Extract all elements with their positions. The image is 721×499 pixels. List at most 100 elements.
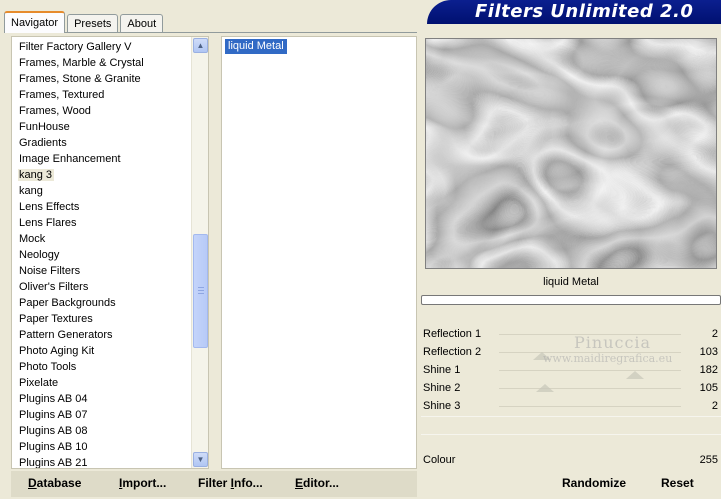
param-label: Shine 1 (423, 364, 461, 376)
category-label: Image Enhancement (19, 153, 121, 165)
category-item[interactable]: Frames, Textured (12, 87, 208, 103)
category-label: Plugins AB 21 (19, 457, 88, 469)
category-label: Frames, Stone & Granite (19, 73, 141, 85)
category-item[interactable]: Frames, Stone & Granite (12, 71, 208, 87)
category-item[interactable]: Photo Tools (12, 359, 208, 375)
reset-button[interactable]: Reset (661, 476, 694, 490)
category-scrollbar[interactable]: ▲ ▼ (191, 37, 208, 468)
category-label: Plugins AB 08 (19, 425, 88, 437)
tab-navigator[interactable]: Navigator (4, 11, 66, 33)
category-label: Paper Textures (19, 313, 93, 325)
param-label: Reflection 2 (423, 346, 482, 358)
editor-button[interactable]: Editor... (295, 476, 339, 490)
category-item[interactable]: Frames, Wood (12, 103, 208, 119)
param-label: Shine 2 (423, 382, 461, 394)
category-label: Photo Aging Kit (19, 345, 95, 357)
category-item[interactable]: Plugins AB 10 (12, 439, 208, 455)
scroll-down-button[interactable]: ▼ (193, 452, 208, 467)
category-item[interactable]: kang (12, 183, 208, 199)
database-label: atabase (36, 476, 82, 490)
scroll-up-button[interactable]: ▲ (193, 38, 208, 53)
param-shine-2[interactable]: Shine 2 105 (421, 379, 721, 397)
import-label: mport... (122, 476, 167, 490)
filter-info-label: nfo... (234, 476, 263, 490)
watermark-url: www.maidiregrafica.eu (543, 352, 673, 365)
watermark-decoration (536, 384, 554, 392)
filter-info-label-pre: Filter (198, 476, 231, 490)
category-label: Neology (19, 249, 60, 261)
preview-image (425, 38, 717, 269)
category-items: Filter Factory Gallery V Frames, Marble &… (12, 37, 208, 469)
param-value: 255 (699, 454, 718, 466)
editor-hotkey: E (295, 476, 304, 490)
category-label: Paper Backgrounds (19, 297, 116, 309)
category-label: Pixelate (19, 377, 59, 389)
param-slider-track[interactable] (499, 370, 681, 371)
banner-title: Filters Unlimited 2.0 (475, 1, 694, 22)
import-button[interactable]: Import... (119, 476, 166, 490)
filter-info-button[interactable]: Filter Info... (198, 476, 263, 490)
progress-bar (421, 295, 721, 305)
category-item[interactable]: Plugins AB 04 (12, 391, 208, 407)
category-item[interactable]: Lens Flares (12, 215, 208, 231)
tab-strip: Navigator Presets About (4, 11, 165, 33)
editor-label: ditor... (303, 476, 340, 490)
category-item[interactable]: Filter Factory Gallery V (12, 39, 208, 55)
chevron-up-icon: ▲ (196, 41, 205, 50)
category-item[interactable]: FunHouse (12, 119, 208, 135)
category-label: Mock (19, 233, 46, 245)
param-label: Reflection 1 (423, 328, 482, 340)
category-label: Oliver's Filters (19, 281, 89, 293)
param-colour[interactable]: Colour 255 (421, 451, 721, 469)
param-label: Shine 3 (423, 400, 461, 412)
category-item[interactable]: Mock (12, 231, 208, 247)
category-label: Lens Flares (19, 217, 77, 229)
database-button[interactable]: Database (28, 476, 81, 490)
category-item[interactable]: Plugins AB 08 (12, 423, 208, 439)
category-item[interactable]: kang 3 (12, 167, 208, 183)
category-label: Plugins AB 04 (19, 393, 88, 405)
category-label: Gradients (19, 137, 67, 149)
chevron-down-icon: ▼ (196, 455, 205, 464)
preview-filter-name: liquid Metal (543, 276, 599, 288)
filter-item-liquid-metal[interactable]: liquid Metal (225, 39, 287, 54)
category-item[interactable]: Plugins AB 21 (12, 455, 208, 469)
param-slider-track[interactable] (499, 406, 681, 407)
category-label: Photo Tools (19, 361, 77, 373)
database-hotkey: D (28, 476, 37, 490)
category-item[interactable]: Plugins AB 07 (12, 407, 208, 423)
category-item[interactable]: Pixelate (12, 375, 208, 391)
category-label: Plugins AB 07 (19, 409, 88, 421)
category-item[interactable]: Image Enhancement (12, 151, 208, 167)
category-label: Frames, Wood (19, 105, 91, 117)
category-item[interactable]: Pattern Generators (12, 327, 208, 343)
param-slider-track[interactable] (499, 388, 681, 389)
category-item[interactable]: Lens Effects (12, 199, 208, 215)
param-value: 103 (699, 346, 718, 358)
liquid-metal-preview (426, 39, 716, 268)
randomize-button[interactable]: Randomize (562, 476, 626, 490)
param-reflection-1[interactable]: Reflection 1 2 (421, 325, 721, 343)
category-item[interactable]: Paper Backgrounds (12, 295, 208, 311)
param-value: 182 (699, 364, 718, 376)
category-label: Pattern Generators (19, 329, 113, 341)
param-value: 105 (699, 382, 718, 394)
filter-list[interactable]: liquid Metal (221, 36, 417, 469)
param-value: 2 (711, 400, 718, 412)
category-item[interactable]: Neology (12, 247, 208, 263)
category-item[interactable]: Paper Textures (12, 311, 208, 327)
category-label: Filter Factory Gallery V (19, 41, 132, 53)
tab-presets[interactable]: Presets (67, 14, 119, 33)
category-label: Lens Effects (19, 201, 80, 213)
param-empty-slot (421, 416, 721, 434)
tab-about[interactable]: About (120, 14, 164, 33)
category-item[interactable]: Frames, Marble & Crystal (12, 55, 208, 71)
category-list[interactable]: Filter Factory Gallery V Frames, Marble &… (11, 36, 209, 469)
category-item[interactable]: Photo Aging Kit (12, 343, 208, 359)
scroll-thumb[interactable] (193, 234, 208, 348)
category-item[interactable]: Noise Filters (12, 263, 208, 279)
param-shine-3[interactable]: Shine 3 2 (421, 397, 721, 415)
category-item[interactable]: Oliver's Filters (12, 279, 208, 295)
category-item[interactable]: Gradients (12, 135, 208, 151)
tab-divider (4, 32, 417, 33)
